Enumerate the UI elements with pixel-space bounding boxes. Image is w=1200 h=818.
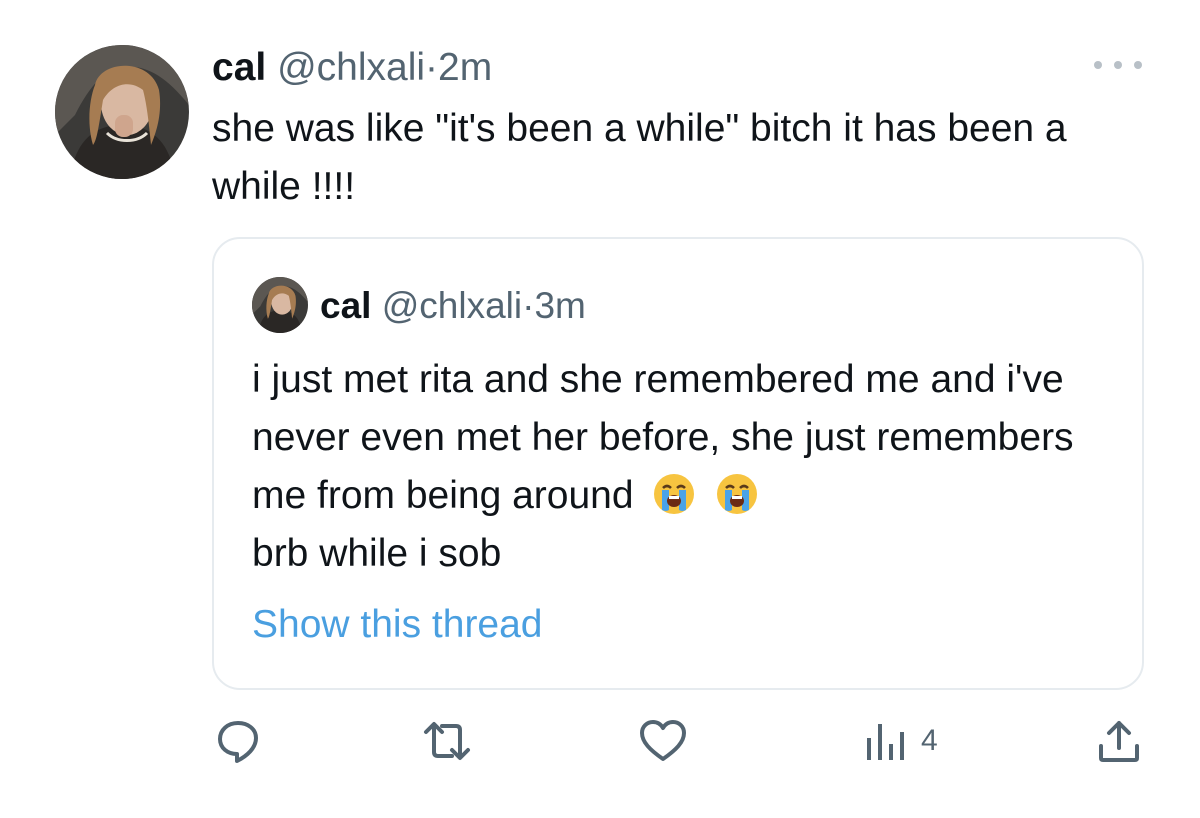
author-name[interactable]: cal [212,46,266,89]
separator-dot: · [425,46,439,89]
separator-dot: · [522,285,535,326]
quoted-avatar-photo [252,277,308,333]
more-dot-icon [1094,61,1102,69]
share-icon [1099,721,1139,762]
reply-button[interactable] [215,716,261,766]
more-dot-icon [1134,61,1142,69]
quoted-header: cal @chlxali·3m [320,282,586,330]
tweet-text: she was like "it's been a while" bitch i… [212,107,1067,208]
heart-icon [640,720,686,761]
like-button[interactable] [638,716,688,766]
views-count: 4 [921,724,938,757]
quoted-text-end: brb while i sob [252,532,502,575]
tweet: cal @chlxali·2m she was like "it's been … [0,0,1200,818]
reply-icon [218,721,258,763]
retweet-button[interactable] [422,716,472,766]
views-button[interactable]: 4 [863,716,938,766]
show-thread-link[interactable]: Show this thread [252,599,543,651]
loudly-crying-face-icon [652,472,696,516]
quoted-timestamp[interactable]: 3m [534,285,585,326]
more-dot-icon [1114,61,1122,69]
quoted-text: i just met rita and she remembered me an… [252,351,1132,583]
quoted-tweet[interactable]: cal @chlxali·3m i just met rita and she … [212,237,1144,690]
retweet-icon [424,722,470,760]
avatar[interactable] [55,45,189,179]
avatar-photo [55,45,189,179]
views-icon [867,724,904,760]
author-handle[interactable]: @chlxali [277,46,425,89]
more-options-button[interactable] [1094,50,1142,80]
timestamp[interactable]: 2m [438,46,492,89]
quoted-author-handle[interactable]: @chlxali [382,285,522,326]
loudly-crying-face-icon [715,472,759,516]
quoted-avatar[interactable] [252,277,308,333]
share-button[interactable] [1096,716,1142,766]
quoted-author-name[interactable]: cal [320,285,371,326]
tweet-header: cal @chlxali·2m [212,42,492,94]
